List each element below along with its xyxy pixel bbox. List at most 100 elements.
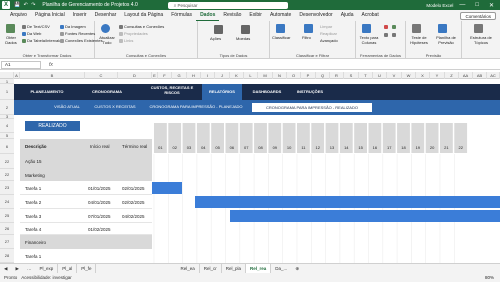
column-header[interactable]: B <box>20 72 85 79</box>
row-header[interactable]: 6 <box>0 139 14 154</box>
recent-sources-button[interactable]: Fontes Recentes <box>60 31 95 36</box>
row-header[interactable]: 1 <box>0 84 14 100</box>
reapply-button[interactable]: Reaplicar <box>320 31 337 36</box>
from-image-button[interactable]: Da Imagem <box>60 24 86 29</box>
column-header[interactable]: R <box>330 72 344 79</box>
nav-instrucoes[interactable]: INSTRUÇÕES <box>290 89 330 94</box>
sheet-tab[interactable]: Pl_exp <box>35 264 57 274</box>
sheet-tab[interactable]: Pl_fe <box>77 264 95 274</box>
column-header[interactable]: I <box>201 72 215 79</box>
nav-dashboards[interactable]: DASHBOARDS <box>246 89 288 94</box>
sheet-tab[interactable]: Rel_pla <box>222 264 245 274</box>
tab-ajuda[interactable]: Ajuda <box>337 10 358 21</box>
advanced-button[interactable]: Avançado <box>320 38 338 43</box>
column-header[interactable]: L <box>244 72 258 79</box>
column-header[interactable]: F <box>158 72 172 79</box>
queries-connections-button[interactable]: Consultas e Conexões <box>119 24 164 29</box>
column-header[interactable]: Y <box>430 72 445 79</box>
tab-acrobat[interactable]: Acrobat <box>358 10 383 21</box>
clear-button[interactable]: Limpar <box>320 24 332 29</box>
relationships-icon[interactable] <box>392 33 396 37</box>
get-data-button[interactable]: Obter Dados <box>2 35 20 45</box>
nav-planejamento[interactable]: PLANEJAMENTO <box>22 89 72 94</box>
column-header[interactable]: M <box>258 72 273 79</box>
add-sheet-icon[interactable]: ⊕ <box>291 264 303 274</box>
row-header[interactable]: 22 <box>0 169 14 181</box>
from-text-button[interactable]: De Text/CSV <box>22 24 50 29</box>
tab-revisao[interactable]: Revisão <box>219 10 245 21</box>
subnav-cronograma-realizado[interactable]: CRONOGRAMA PARA IMPRESSÃO - REALIZADO <box>252 103 372 112</box>
column-header[interactable]: N <box>273 72 287 79</box>
sort-button[interactable]: Classificar <box>272 35 290 40</box>
fx-icon[interactable]: fx <box>49 62 53 68</box>
refresh-all-button[interactable]: Atualizar Tudo <box>97 35 117 45</box>
column-header[interactable]: T <box>359 72 373 79</box>
row-header[interactable]: 26 <box>0 223 14 235</box>
column-header[interactable]: AB <box>473 72 487 79</box>
row-header[interactable]: 23 <box>0 181 14 195</box>
tab-layout[interactable]: Layout da Página <box>120 10 167 21</box>
properties-button[interactable]: Propriedades <box>119 31 148 36</box>
column-header[interactable]: H <box>187 72 201 79</box>
column-header[interactable]: Q <box>316 72 330 79</box>
column-header[interactable]: X <box>416 72 430 79</box>
outline-button[interactable]: Estrutura de Tópicos <box>464 35 498 45</box>
column-header[interactable]: O <box>287 72 301 79</box>
nav-cronograma[interactable]: CRONOGRAMA <box>82 89 132 94</box>
tab-automate[interactable]: Automate <box>266 10 295 21</box>
what-if-button[interactable]: Teste de Hipóteses <box>408 35 430 45</box>
column-header[interactable]: U <box>373 72 387 79</box>
quick-access-toolbar[interactable]: 💾 ↶ ↷ <box>14 2 36 8</box>
tab-desenhar[interactable]: Desenhar <box>91 10 121 21</box>
sheet-tab[interactable]: Pl_al <box>58 264 76 274</box>
user-name[interactable]: Modelo Excel <box>426 3 453 8</box>
tab-inserir[interactable]: Inserir <box>69 10 91 21</box>
zoom-level[interactable]: 80% <box>485 275 494 280</box>
column-header[interactable]: S <box>344 72 359 79</box>
tab-arquivo[interactable]: Arquivo <box>6 10 31 21</box>
row-header[interactable]: 22 <box>0 154 14 169</box>
column-header[interactable]: D <box>118 72 152 79</box>
data-validation-icon[interactable] <box>392 25 396 29</box>
subnav-cronograma-planejado[interactable]: CRONOGRAMA PARA IMPRESSÃO - PLANEJADO <box>146 104 246 109</box>
tab-dados[interactable]: Dados <box>196 10 220 21</box>
sheet-more-icon[interactable]: … <box>23 264 36 274</box>
column-header[interactable]: AA <box>459 72 473 79</box>
sheet-tab-active[interactable]: Rel_rea <box>246 263 271 274</box>
currencies-button[interactable]: Moedas <box>236 36 250 41</box>
column-header[interactable]: G <box>172 72 187 79</box>
close-button[interactable]: ✕ <box>489 2 494 9</box>
row-header[interactable]: 4 <box>0 119 14 133</box>
row-header[interactable]: 27 <box>0 235 14 249</box>
from-web-button[interactable]: Da Web <box>22 31 41 36</box>
subnav-custos-receitas[interactable]: CUSTOS X RECEITAS <box>80 104 150 109</box>
minimize-button[interactable]: — <box>459 2 465 9</box>
comments-button[interactable]: Comentários <box>460 11 496 20</box>
column-header[interactable]: AC <box>487 72 500 79</box>
maximize-button[interactable]: □ <box>475 2 479 9</box>
row-header[interactable]: 25 <box>0 209 14 223</box>
column-header[interactable]: C <box>85 72 118 79</box>
row-header[interactable]: 2 <box>0 100 14 115</box>
column-header[interactable]: Z <box>445 72 459 79</box>
row-header[interactable]: 24 <box>0 195 14 209</box>
accessibility-status[interactable]: Acessibilidade: investigar <box>21 275 72 280</box>
column-header[interactable]: J <box>215 72 230 79</box>
column-header[interactable]: P <box>301 72 316 79</box>
tab-exibir[interactable]: Exibir <box>245 10 266 21</box>
edit-links-button[interactable]: Links <box>119 38 133 43</box>
sheet-nav-prev-icon[interactable]: ◀ <box>0 264 11 274</box>
name-box[interactable]: A1 <box>1 60 41 69</box>
filter-button[interactable]: Filtro <box>302 35 311 40</box>
search-box[interactable]: ⌕ Pesquisar <box>167 1 288 9</box>
from-table-button[interactable]: Da Tabela/Intervalo <box>22 38 61 43</box>
stocks-button[interactable]: Ações <box>210 36 221 41</box>
consolidate-icon[interactable] <box>384 33 388 37</box>
tab-pagina-inicial[interactable]: Página Inicial <box>31 10 69 21</box>
sheet-tab[interactable]: Da_... <box>271 264 291 274</box>
tab-desenvolvedor[interactable]: Desenvolvedor <box>295 10 336 21</box>
text-to-columns-button[interactable]: Texto para Colunas <box>358 35 380 45</box>
column-header[interactable]: W <box>402 72 416 79</box>
nav-relatorios[interactable]: RELATÓRIOS <box>202 84 242 100</box>
remove-duplicates-icon[interactable] <box>384 25 388 29</box>
